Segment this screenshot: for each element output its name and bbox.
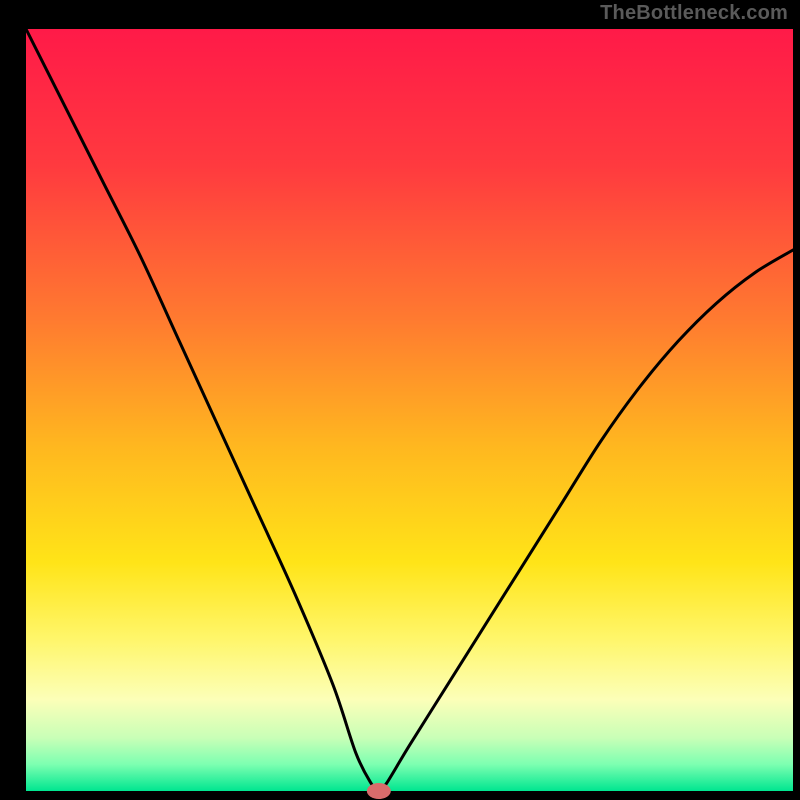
chart-stage: TheBottleneck.com xyxy=(0,0,800,800)
plot-background xyxy=(26,29,793,791)
watermark-text: TheBottleneck.com xyxy=(600,2,788,25)
bottleneck-chart xyxy=(0,0,800,800)
optimal-marker xyxy=(367,783,391,799)
